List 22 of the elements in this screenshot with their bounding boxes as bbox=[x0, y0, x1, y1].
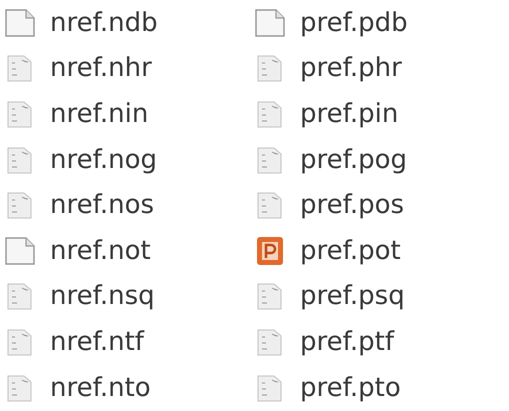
file-name[interactable]: nref.nhr bbox=[50, 53, 152, 84]
file-name[interactable]: pref.pin bbox=[300, 98, 398, 129]
blank-file-icon bbox=[254, 8, 286, 38]
file-name[interactable]: nref.ndb bbox=[50, 8, 158, 38]
file-name[interactable]: nref.ntf bbox=[50, 326, 144, 357]
file-name[interactable]: pref.pto bbox=[300, 372, 401, 403]
file-name[interactable]: nref.not bbox=[50, 236, 151, 266]
file-name[interactable]: pref.pos bbox=[300, 190, 404, 220]
presentation-file-icon bbox=[254, 236, 286, 266]
file-name[interactable]: pref.pdb bbox=[300, 8, 408, 38]
file-name[interactable]: pref.phr bbox=[300, 53, 402, 84]
file-name[interactable]: nref.nsq bbox=[50, 281, 155, 312]
file-name[interactable]: pref.ptf bbox=[300, 326, 394, 357]
file-name[interactable]: pref.psq bbox=[300, 281, 405, 312]
blank-file-icon bbox=[4, 236, 36, 266]
blank-file-icon bbox=[4, 8, 36, 38]
file-name[interactable]: nref.nin bbox=[50, 98, 148, 129]
file-name[interactable]: nref.nto bbox=[50, 372, 151, 403]
file-name[interactable]: pref.pot bbox=[300, 236, 401, 266]
file-name[interactable]: nref.nog bbox=[50, 144, 158, 175]
file-name[interactable]: pref.pog bbox=[300, 144, 408, 175]
file-name[interactable]: nref.nos bbox=[50, 190, 154, 220]
